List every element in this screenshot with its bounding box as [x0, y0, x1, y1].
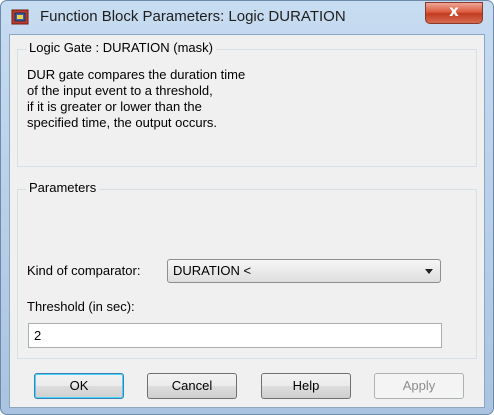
description-line: specified time, the output occurs.	[27, 115, 218, 130]
mask-description-group: Logic Gate : DURATION (mask) DUR gate co…	[17, 40, 477, 167]
mask-description: DUR gate compares the duration time of t…	[27, 67, 467, 131]
comparator-select[interactable]: DURATION <	[167, 259, 441, 283]
cancel-button[interactable]: Cancel	[147, 373, 237, 399]
description-line: if it is greater or lower than the	[27, 99, 202, 114]
dialog-body: Logic Gate : DURATION (mask) DUR gate co…	[9, 34, 485, 408]
close-button[interactable]: x	[425, 2, 483, 24]
help-button[interactable]: Help	[261, 373, 351, 399]
window-title: Function Block Parameters: Logic DURATIO…	[40, 8, 346, 25]
parameters-heading: Parameters	[26, 180, 100, 195]
mask-heading: Logic Gate : DURATION (mask)	[26, 40, 216, 55]
ok-button[interactable]: OK	[34, 373, 124, 399]
title-bar[interactable]: Function Block Parameters: Logic DURATIO…	[1, 1, 493, 35]
parameters-group: Parameters Kind of comparator: DURATION …	[17, 180, 477, 359]
apply-button[interactable]: Apply	[374, 373, 464, 399]
chevron-down-icon	[425, 269, 433, 274]
comparator-label: Kind of comparator:	[27, 263, 141, 278]
close-icon: x	[449, 2, 459, 20]
dialog-window: Function Block Parameters: Logic DURATIO…	[0, 0, 494, 415]
simulink-block-icon	[11, 8, 29, 26]
threshold-label: Threshold (in sec):	[27, 299, 135, 314]
description-line: of the input event to a threshold,	[27, 83, 213, 98]
comparator-value: DURATION <	[173, 263, 252, 278]
threshold-input[interactable]	[28, 323, 442, 348]
description-line: DUR gate compares the duration time	[27, 67, 246, 82]
